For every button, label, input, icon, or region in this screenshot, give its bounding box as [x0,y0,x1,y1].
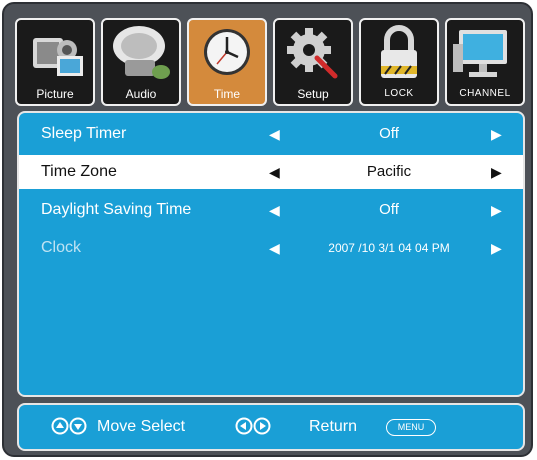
menu-row-value: Pacific [366,163,412,180]
menu-row-value: Off [379,201,399,218]
tab-lock[interactable]: LOCK [359,18,439,106]
tab-label: Setup [297,87,329,101]
clock-icon [204,29,250,75]
tab-audio[interactable]: Audio [101,18,181,106]
speaker-icon [113,26,170,79]
tab-label: LOCK [384,88,414,99]
arrow-left-icon[interactable]: ◀ [269,117,280,151]
arrow-right-icon[interactable]: ▶ [491,231,502,265]
menu-row-daylight-saving-time[interactable]: Daylight Saving Time ◀ Off ▶ [19,193,523,227]
tab-label: Time [213,87,241,101]
settings-osd: Picture Audio Time Setup LOCK CHANNEL Sl… [2,2,533,457]
tab-time[interactable]: Time [187,18,267,106]
tab-setup[interactable]: Setup [273,18,353,106]
tab-channel[interactable]: CHANNEL [445,18,525,106]
tab-label: Picture [36,87,74,101]
gear-icon [287,28,338,79]
menu-row-clock[interactable]: Clock ◀ 2007 /10 3/1 04 04 PM ▶ [19,231,523,265]
category-tabs: Picture Audio Time Setup LOCK CHANNEL [15,18,525,106]
arrow-right-icon[interactable]: ▶ [491,117,502,151]
arrow-right-icon[interactable]: ▶ [491,193,502,227]
arrow-left-icon[interactable]: ◀ [269,155,280,189]
up-down-buttons-icon [51,417,87,435]
menu-row-value: Off [379,125,399,142]
menu-row-label: Time Zone [41,163,117,180]
arrow-left-icon[interactable]: ◀ [269,193,280,227]
help-footer: Move Select Return MENU [17,403,525,451]
return-hint: Return [309,418,358,435]
menu-row-value: 2007 /10 3/1 04 04 PM [328,241,450,255]
arrow-left-icon[interactable]: ◀ [269,231,280,265]
left-right-buttons-icon [235,417,271,435]
menu-row-label: Daylight Saving Time [41,201,192,218]
menu-row-time-zone[interactable]: Time Zone ◀ Pacific ▶ [19,155,523,189]
arrow-right-icon[interactable]: ▶ [491,155,502,189]
tab-label: Audio [125,87,157,101]
move-select-hint: Move Select [97,418,186,435]
menu-row-label: Clock [41,239,82,256]
tab-label: CHANNEL [459,88,511,99]
camcorder-icon [33,38,83,76]
menu-row-label: Sleep Timer [41,125,127,142]
menu-button-icon: MENU [386,419,436,436]
monitor-icon [453,30,507,77]
menu-row-sleep-timer[interactable]: Sleep Timer ◀ Off ▶ [19,117,523,151]
time-settings-panel: Sleep Timer ◀ Off ▶ Time Zone ◀ Pacific … [17,111,525,397]
lock-icon [381,25,417,78]
tab-picture[interactable]: Picture [15,18,95,106]
